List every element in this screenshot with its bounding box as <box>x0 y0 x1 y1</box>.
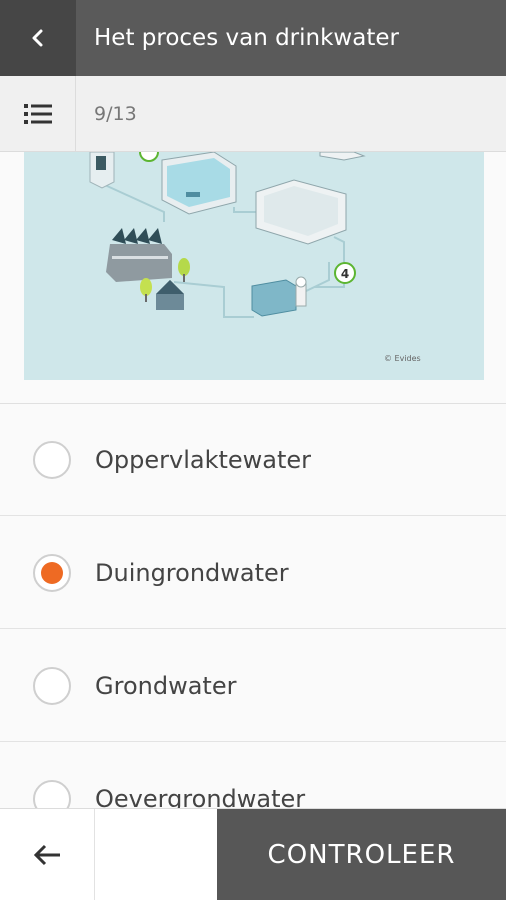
answer-label: Duingrondwater <box>95 558 289 587</box>
question-progress: 9/13 <box>94 102 137 125</box>
image-credit: © Evides <box>384 354 421 363</box>
answer-label: Oevergrondwater <box>95 784 306 809</box>
process-illustration: 4 © Evides <box>24 152 484 380</box>
previous-button[interactable] <box>0 809 95 900</box>
radio-button[interactable] <box>33 779 71 808</box>
step-badge-label: 4 <box>341 267 349 281</box>
answer-option-4[interactable]: Oevergrondwater <box>0 743 506 808</box>
sub-header: 9/13 <box>0 75 506 152</box>
list-icon <box>23 103 52 124</box>
app-screen: Het proces van drinkwater 9/13 4 © Evide… <box>0 0 506 900</box>
arrow-left-icon <box>33 844 60 866</box>
answer-label: Grondwater <box>95 671 237 700</box>
radio-button-selected[interactable] <box>33 553 71 592</box>
radio-button[interactable] <box>33 440 71 479</box>
answer-option-2[interactable]: Duingrondwater <box>0 517 506 629</box>
radio-button[interactable] <box>33 666 71 705</box>
question-content[interactable]: 4 © Evides Oppervlaktewater Duingrondwat… <box>0 152 506 808</box>
question-list-button[interactable] <box>0 75 76 152</box>
answer-option-3[interactable]: Grondwater <box>0 630 506 742</box>
check-button[interactable]: CONTROLEER <box>217 809 506 900</box>
bottom-action-bar: CONTROLEER <box>0 808 506 900</box>
answer-option-1[interactable]: Oppervlaktewater <box>0 404 506 516</box>
page-title: Het proces van drinkwater <box>94 25 399 51</box>
answer-label: Oppervlaktewater <box>95 445 312 474</box>
water-process-diagram: 4 © Evides <box>24 152 484 380</box>
chevron-left-icon <box>32 29 43 47</box>
back-button[interactable] <box>0 0 76 76</box>
radio-selected-dot <box>41 561 63 584</box>
top-app-bar: Het proces van drinkwater <box>0 0 506 76</box>
